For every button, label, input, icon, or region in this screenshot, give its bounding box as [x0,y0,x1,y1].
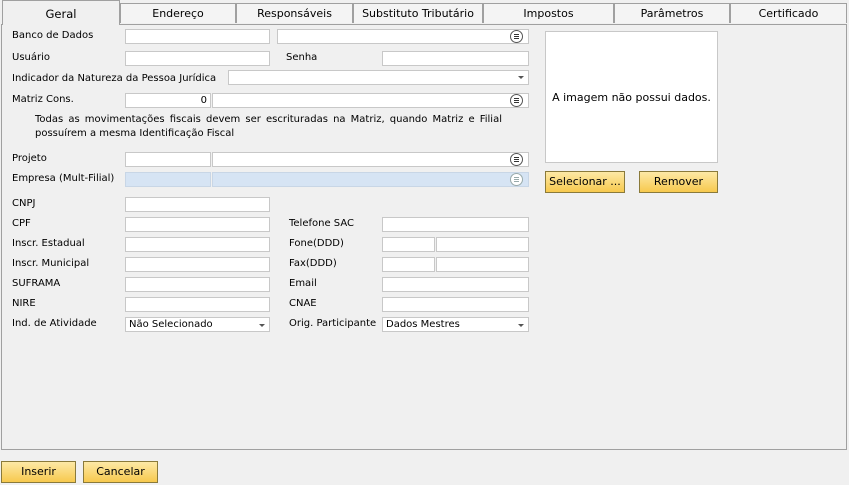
suframa-input[interactable] [125,277,270,292]
banco-de-dados-input[interactable] [125,29,270,44]
inscr-municipal-label: Inscr. Municipal [12,258,90,269]
tab-certificado[interactable]: Certificado [730,3,847,23]
tab-bar: Geral Endereço Responsáveis Substituto T… [0,0,849,25]
indicador-natureza-label: Indicador da Natureza da Pessoa Jurídica [12,73,217,84]
matriz-cons-label: Matriz Cons. [12,94,74,105]
usuario-label: Usuário [12,52,51,63]
telefone-sac-input[interactable] [382,217,529,232]
nire-label: NIRE [12,298,36,309]
suframa-label: SUFRAMA [12,278,61,289]
tab-endereco[interactable]: Endereço [120,3,236,23]
projeto-code-input[interactable] [125,152,211,167]
tab-impostos[interactable]: Impostos [483,3,614,23]
cpf-input[interactable] [125,217,270,232]
image-placeholder-text: A imagem não possui dados. [552,90,711,104]
chevron-down-icon [518,324,524,327]
empresa-code-input [125,172,211,187]
inscr-municipal-input[interactable] [125,257,270,272]
logo-image-box: A imagem não possui dados. [545,31,718,163]
empresa-list-icon [510,173,523,186]
orig-participante-label: Orig. Participante [289,318,377,329]
empresa-name-input [212,172,529,187]
matriz-cons-code-input[interactable]: 0 [125,93,211,108]
fax-ddd-label: Fax(DDD) [289,258,337,269]
telefone-sac-label: Telefone SAC [289,218,354,229]
cancel-button[interactable]: Cancelar [83,461,158,483]
cpf-label: CPF [12,218,31,229]
indicador-natureza-select[interactable] [228,70,529,85]
fax-number-input[interactable] [436,257,529,272]
orig-participante-select[interactable]: Dados Mestres [382,317,529,332]
insert-button[interactable]: Inserir [1,461,76,483]
cnpj-label: CNPJ [12,198,36,209]
email-input[interactable] [382,277,529,292]
matriz-filial-note: Todas as movimentações fiscais devem ser… [35,114,502,139]
nire-input[interactable] [125,297,270,312]
fone-ddd-label: Fone(DDD) [289,238,344,249]
inscr-estadual-label: Inscr. Estadual [12,238,85,249]
cnae-label: CNAE [289,298,317,309]
chevron-down-icon [518,76,524,79]
tab-geral[interactable]: Geral [2,0,120,25]
matriz-cons-name-input[interactable] [212,93,529,108]
inscr-estadual-input[interactable] [125,237,270,252]
projeto-list-icon[interactable] [510,153,523,166]
fone-number-input[interactable] [436,237,529,252]
matriz-cons-list-icon[interactable] [510,94,523,107]
projeto-name-input[interactable] [212,152,529,167]
cnpj-input[interactable] [125,197,270,212]
empresa-label: Empresa (Mult-Filial) [12,173,115,184]
fone-ddd-code-input[interactable] [382,237,435,252]
tab-parametros[interactable]: Parâmetros [614,3,730,23]
remove-image-button[interactable]: Remover [639,171,718,193]
chevron-down-icon [259,324,265,327]
ind-atividade-select[interactable]: Não Selecionado [125,317,270,332]
usuario-input[interactable] [125,51,270,66]
banco-de-dados-list-icon[interactable] [510,30,523,43]
banco-de-dados-label: Banco de Dados [12,30,94,41]
ind-atividade-label: Ind. de Atividade [12,318,97,329]
tab-substituto-tributario[interactable]: Substituto Tributário [353,3,483,23]
email-label: Email [289,278,317,289]
senha-input[interactable] [382,51,529,66]
cnae-input[interactable] [382,297,529,312]
select-image-button[interactable]: Selecionar ... [545,171,625,193]
fax-ddd-code-input[interactable] [382,257,435,272]
senha-label: Senha [286,52,318,63]
projeto-label: Projeto [12,153,47,164]
banco-de-dados-description-input[interactable] [277,29,529,44]
tab-responsaveis[interactable]: Responsáveis [236,3,353,23]
